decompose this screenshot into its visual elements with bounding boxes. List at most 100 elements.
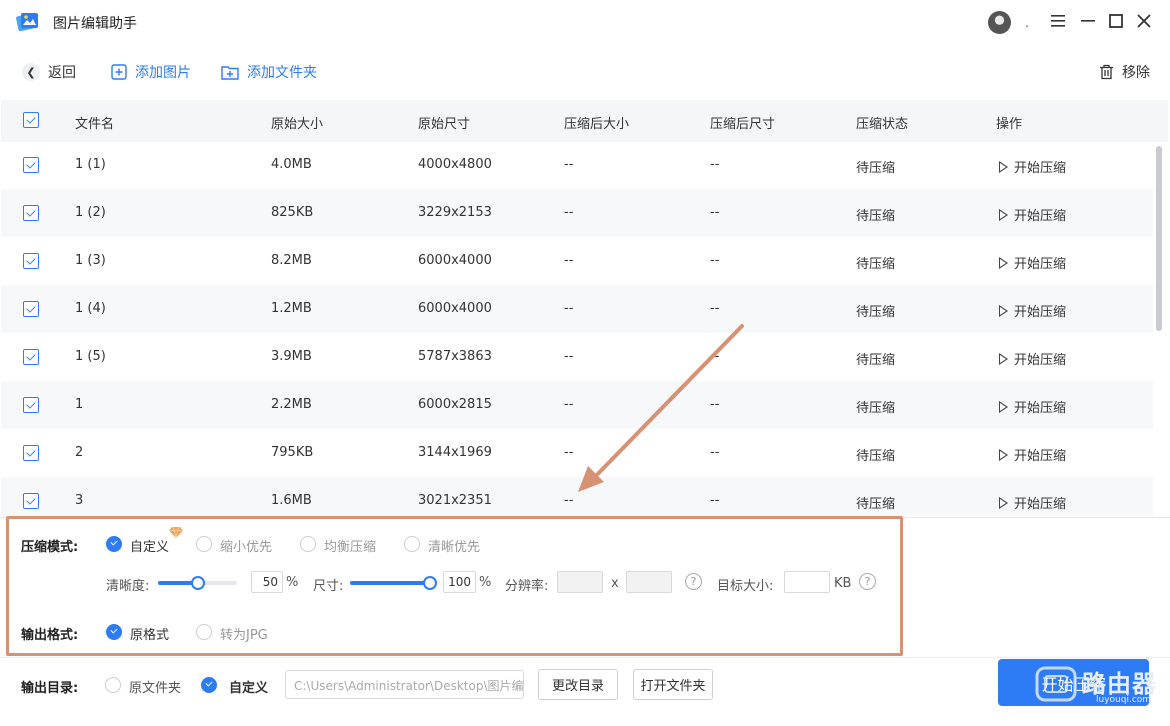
dir-option-custom[interactable]: 自定义 xyxy=(229,677,268,696)
menu-icon[interactable] xyxy=(1048,10,1068,32)
mode-option-custom[interactable]: 自定义 xyxy=(130,536,169,555)
row-checkbox[interactable] xyxy=(23,253,39,269)
play-icon xyxy=(999,209,1008,221)
row-checkbox[interactable] xyxy=(23,157,39,173)
table-header: 文件名 原始大小 原始尺寸 压缩后大小 压缩后尺寸 压缩状态 操作 xyxy=(1,100,1168,142)
row-checkbox[interactable] xyxy=(23,205,39,221)
start-compress-row-button[interactable]: 开始压缩 xyxy=(999,493,1066,512)
cell-name: 1 (3) xyxy=(75,253,106,268)
change-dir-button[interactable]: 更改目录 xyxy=(538,669,618,700)
start-compress-row-label: 开始压缩 xyxy=(1014,401,1067,416)
header-compressed-size[interactable]: 压缩后大小 xyxy=(564,113,629,132)
header-original-dims[interactable]: 原始尺寸 xyxy=(418,113,470,132)
app-title: 图片编辑助手 xyxy=(53,16,137,32)
mode-option-clarity[interactable]: 清晰优先 xyxy=(428,536,480,555)
resolution-label: 分辨率: xyxy=(505,579,549,594)
cell-name: 1 xyxy=(75,397,84,412)
dir-option-original[interactable]: 原文件夹 xyxy=(129,677,181,696)
annotation-arrow-icon xyxy=(578,324,744,492)
table-row[interactable]: 1 (1) 4.0MB 4000x4800 -- -- 待压缩 开始压缩 xyxy=(1,141,1153,189)
mode-radio-custom[interactable] xyxy=(106,536,122,552)
size-slider-knob[interactable] xyxy=(423,576,437,590)
cell-size: 795KB xyxy=(271,445,314,460)
cell-status: 待压缩 xyxy=(856,161,896,176)
cell-name: 1 (2) xyxy=(75,205,106,220)
resolution-width-input[interactable] xyxy=(557,571,603,593)
cell-size: 825KB xyxy=(271,205,314,220)
mode-radio-clarity[interactable] xyxy=(404,536,420,552)
compress-mode-label: 压缩模式: xyxy=(21,540,79,555)
resolution-height-input[interactable] xyxy=(626,571,672,593)
back-button[interactable]: ❮ 返回 xyxy=(22,62,76,82)
header-status[interactable]: 压缩状态 xyxy=(856,113,908,132)
start-compress-row-button[interactable]: 开始压缩 xyxy=(999,301,1066,320)
row-checkbox[interactable] xyxy=(23,349,39,365)
clarity-percent: % xyxy=(286,575,299,590)
mode-option-balanced[interactable]: 均衡压缩 xyxy=(324,536,376,555)
size-value-input[interactable]: 100 xyxy=(443,571,476,593)
cell-size: 2.2MB xyxy=(271,397,312,412)
select-all-checkbox[interactable] xyxy=(23,112,39,128)
format-radio-jpg[interactable] xyxy=(196,624,212,640)
row-checkbox[interactable] xyxy=(23,397,39,413)
close-icon[interactable] xyxy=(1134,10,1154,32)
target-size-input[interactable] xyxy=(784,571,830,593)
chevron-left-icon: ❮ xyxy=(22,63,40,81)
dir-radio-original[interactable] xyxy=(105,677,121,693)
format-radio-original[interactable] xyxy=(106,624,122,640)
remove-button[interactable]: 移除 xyxy=(1099,62,1150,82)
start-compress-row-button[interactable]: 开始压缩 xyxy=(999,349,1066,368)
cell-after-size: -- xyxy=(564,157,574,172)
start-compress-row-button[interactable]: 开始压缩 xyxy=(999,157,1066,176)
cell-dims: 4000x4800 xyxy=(418,157,492,172)
cell-name: 3 xyxy=(75,493,84,508)
header-original-size[interactable]: 原始大小 xyxy=(271,113,323,132)
mode-option-smaller[interactable]: 缩小优先 xyxy=(220,536,272,555)
add-folder-label: 添加文件夹 xyxy=(247,65,317,81)
dir-radio-custom[interactable] xyxy=(201,677,217,693)
cell-after-size: -- xyxy=(564,205,574,220)
header-filename[interactable]: 文件名 xyxy=(75,113,114,132)
add-folder-icon xyxy=(221,66,239,80)
open-folder-button[interactable]: 打开文件夹 xyxy=(633,669,713,700)
add-image-button[interactable]: 添加图片 xyxy=(111,62,191,82)
play-icon xyxy=(999,257,1008,269)
maximize-icon[interactable] xyxy=(1106,10,1126,32)
mode-radio-balanced[interactable] xyxy=(300,536,316,552)
row-checkbox[interactable] xyxy=(23,301,39,317)
table-row[interactable]: 1 (2) 825KB 3229x2153 -- -- 待压缩 开始压缩 xyxy=(1,189,1153,237)
target-size-help-icon[interactable]: ? xyxy=(859,573,876,590)
start-compress-row-button[interactable]: 开始压缩 xyxy=(999,397,1066,416)
table-row[interactable]: 1 (3) 8.2MB 6000x4000 -- -- 待压缩 开始压缩 xyxy=(1,237,1153,285)
back-label: 返回 xyxy=(48,65,76,81)
mode-radio-smaller[interactable] xyxy=(196,536,212,552)
format-option-jpg[interactable]: 转为JPG xyxy=(220,624,268,643)
format-option-original[interactable]: 原格式 xyxy=(130,624,169,643)
resolution-help-icon[interactable]: ? xyxy=(685,573,702,590)
header-compressed-dims[interactable]: 压缩后尺寸 xyxy=(710,113,775,132)
play-icon xyxy=(999,161,1008,173)
user-name[interactable]: . xyxy=(1025,16,1029,30)
table-scrollbar[interactable] xyxy=(1156,146,1162,331)
output-path-input[interactable]: C:\Users\Administrator\Desktop\图片编辑 xyxy=(285,670,524,699)
size-percent: % xyxy=(479,575,492,590)
app-logo-icon xyxy=(16,13,38,32)
row-checkbox[interactable] xyxy=(23,445,39,461)
user-avatar[interactable] xyxy=(988,11,1011,34)
size-slider[interactable] xyxy=(350,576,437,590)
add-folder-button[interactable]: 添加文件夹 xyxy=(221,62,317,82)
cell-size: 4.0MB xyxy=(271,157,312,172)
clarity-slider-knob[interactable] xyxy=(190,576,205,590)
clarity-label: 清晰度: xyxy=(106,579,150,594)
start-compress-row-button[interactable]: 开始压缩 xyxy=(999,205,1066,224)
start-compress-row-button[interactable]: 开始压缩 xyxy=(999,253,1066,272)
cell-after-dims: -- xyxy=(710,301,720,316)
add-image-icon xyxy=(111,64,127,80)
clarity-slider[interactable] xyxy=(158,576,237,590)
cell-name: 1 (4) xyxy=(75,301,106,316)
size-slider-fill xyxy=(350,581,430,585)
row-checkbox[interactable] xyxy=(23,493,39,509)
minimize-icon[interactable] xyxy=(1078,10,1098,32)
start-compress-row-button[interactable]: 开始压缩 xyxy=(999,445,1066,464)
clarity-value-input[interactable]: 50 xyxy=(251,571,283,593)
